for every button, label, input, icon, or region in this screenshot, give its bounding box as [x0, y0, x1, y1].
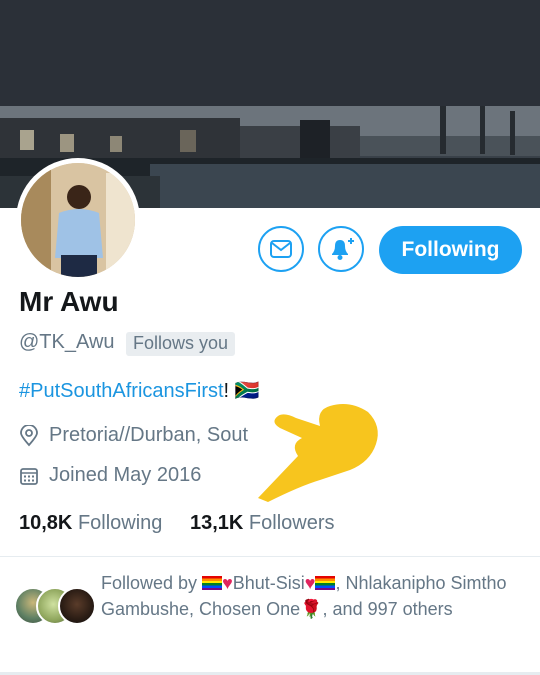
following-stat-label: Following	[77, 512, 163, 534]
follow-stats: 10,8K Following 13,1K Followers	[19, 512, 335, 535]
following-stat[interactable]: 10,8K Following	[19, 512, 162, 534]
rainbow-flag-icon	[315, 576, 336, 590]
location-row: Pretoria//Durban, Sout	[19, 424, 248, 447]
follower-name-1: Bhut-Sisi	[232, 573, 305, 593]
followers-stat-label: Followers	[248, 512, 335, 534]
top-app-bar	[0, 0, 540, 106]
following-count: 10,8K	[19, 512, 73, 534]
envelope-icon	[270, 240, 292, 258]
heart-icon: ♥	[222, 573, 233, 593]
joined-row: Joined May 2016	[19, 464, 201, 487]
following-button-label: Following	[401, 238, 500, 261]
following-button[interactable]: Following	[379, 226, 522, 274]
bell-plus-icon	[332, 238, 354, 260]
rainbow-flag-icon	[202, 576, 223, 590]
user-handle: @TK_Awu	[19, 331, 115, 353]
heart-icon: ♥	[304, 573, 316, 593]
followed-by-avatars[interactable]	[14, 587, 96, 627]
section-divider	[0, 556, 540, 557]
notifications-button[interactable]	[318, 226, 364, 272]
rose-icon: 🌹	[300, 599, 323, 619]
avatar-image	[21, 163, 135, 277]
map-pin-icon	[20, 424, 38, 446]
profile-bio: #PutSouthAfricansFirst! 🇿🇦	[19, 378, 260, 403]
bio-hashtag[interactable]: #PutSouthAfricansFirst	[19, 380, 224, 402]
profile-avatar[interactable]	[21, 163, 135, 277]
display-name: Mr Awu	[19, 286, 119, 317]
bio-suffix: !	[223, 380, 230, 402]
followers-count: 13,1K	[189, 512, 244, 534]
follower-avatar-3	[58, 587, 96, 625]
followed-by-suffix: , and 997 others	[322, 599, 453, 619]
message-button[interactable]	[258, 226, 304, 272]
followers-stat[interactable]: 13,1K Followers	[190, 512, 335, 534]
calendar-icon	[20, 467, 38, 485]
followed-by-prefix: Followed by	[101, 573, 203, 593]
location-text: Pretoria//Durban, Sout	[49, 424, 248, 446]
follows-you-badge: Follows you	[126, 332, 236, 356]
pointing-hand-overlay	[258, 404, 378, 502]
joined-text: Joined May 2016	[49, 464, 202, 486]
followed-by-text[interactable]: Followed by ♥Bhut-Sisi♥, Nhlakanipho Sim…	[101, 570, 521, 622]
